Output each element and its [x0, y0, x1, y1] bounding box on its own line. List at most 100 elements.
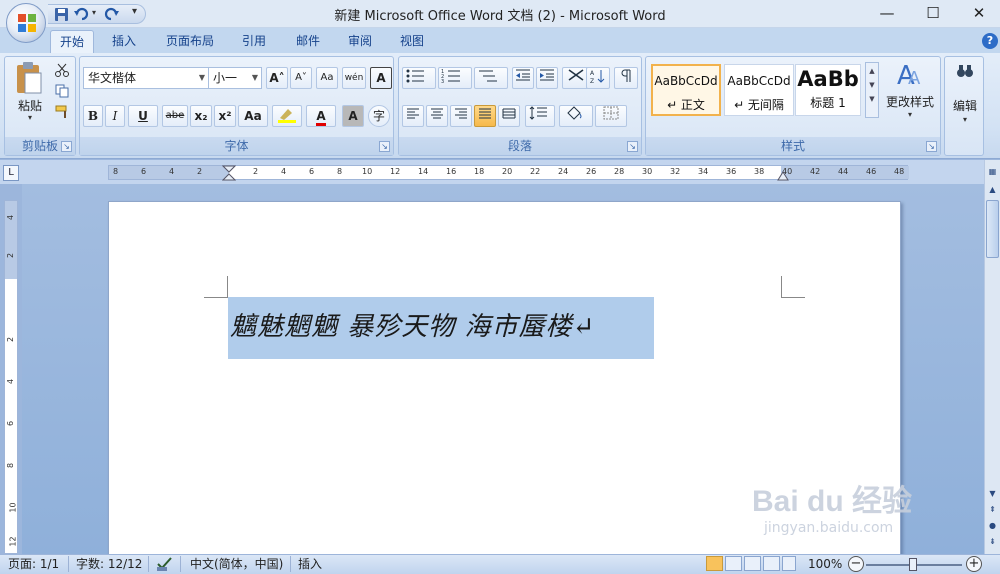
- highlight-button[interactable]: [272, 105, 302, 127]
- undo-dropdown-icon[interactable]: ▾: [92, 8, 96, 17]
- justify-icon: [479, 108, 491, 119]
- tab-insert[interactable]: 插入: [104, 30, 144, 53]
- paste-icon[interactable]: [15, 61, 43, 95]
- bullets-button[interactable]: [402, 67, 436, 89]
- style-no-spacing[interactable]: AaBbCcDd ↵ 无间隔: [724, 64, 794, 116]
- next-page-icon[interactable]: ⇟: [986, 536, 999, 548]
- justify-button[interactable]: [474, 105, 496, 127]
- paragraph-launcher-icon[interactable]: ↘: [627, 141, 638, 152]
- tab-review[interactable]: 审阅: [340, 30, 380, 53]
- outline-view-icon[interactable]: [763, 556, 780, 571]
- paste-dropdown-icon[interactable]: ▾: [13, 113, 47, 122]
- change-styles-button[interactable]: AA 更改样式 ▾: [882, 58, 938, 128]
- superscript-button[interactable]: x²: [214, 105, 236, 127]
- indent-marker-icon[interactable]: [222, 165, 236, 182]
- clipboard-launcher-icon[interactable]: ↘: [61, 141, 72, 152]
- ruler-view-icon[interactable]: ▦: [986, 166, 999, 178]
- styles-launcher-icon[interactable]: ↘: [926, 141, 937, 152]
- language-status[interactable]: 中文(简体，中国): [190, 557, 283, 572]
- redo-icon[interactable]: [104, 7, 120, 22]
- office-button[interactable]: [6, 3, 46, 43]
- tab-references[interactable]: 引用: [234, 30, 274, 53]
- style-heading-1[interactable]: AaBb 标题 1: [795, 64, 861, 116]
- align-center-button[interactable]: [426, 105, 448, 127]
- enclose-characters-button[interactable]: 字: [368, 105, 390, 127]
- editing-button[interactable]: 编辑: [945, 97, 985, 114]
- line-spacing-button[interactable]: [525, 105, 555, 127]
- bold-button[interactable]: B: [83, 105, 103, 127]
- scroll-down-icon[interactable]: ▼: [866, 81, 878, 89]
- increase-indent-button[interactable]: [536, 67, 558, 89]
- document-text[interactable]: 魑魅魍魉 暴殄天物 海市蜃楼↵: [230, 306, 595, 343]
- horizontal-ruler[interactable]: 8 6 4 2 2 4 6 8 10 12 14 16 18 20 22 24 26 28 30 32 34 36 38 40…: [108, 165, 909, 182]
- strikethrough-button[interactable]: abe: [162, 105, 188, 127]
- decrease-indent-button[interactable]: [512, 67, 534, 89]
- close-button[interactable]: ✕: [956, 0, 1000, 26]
- undo-icon[interactable]: [74, 7, 90, 22]
- save-icon[interactable]: [54, 7, 69, 22]
- font-name-combo[interactable]: 华文楷体 ▼: [83, 67, 209, 89]
- proofing-icon[interactable]: [156, 556, 174, 572]
- character-border-button[interactable]: A: [370, 67, 392, 89]
- print-layout-view-icon[interactable]: [706, 556, 723, 571]
- multilevel-list-button[interactable]: [474, 67, 508, 89]
- maximize-button[interactable]: ☐: [910, 0, 956, 26]
- clear-formatting-button[interactable]: Aa: [316, 67, 338, 89]
- paste-button[interactable]: 粘贴: [13, 97, 47, 114]
- style-normal[interactable]: AaBbCcDd ↵ 正文: [651, 64, 721, 116]
- change-case-button[interactable]: Aa: [238, 105, 268, 127]
- tab-view[interactable]: 视图: [392, 30, 432, 53]
- font-launcher-icon[interactable]: ↘: [379, 141, 390, 152]
- italic-button[interactable]: I: [105, 105, 125, 127]
- full-screen-reading-icon[interactable]: [725, 556, 742, 571]
- align-left-button[interactable]: [402, 105, 424, 127]
- copy-icon[interactable]: [55, 84, 69, 98]
- shading-button[interactable]: [559, 105, 593, 127]
- font-color-button[interactable]: A: [306, 105, 336, 127]
- vertical-ruler[interactable]: 4 2 2 4 6 8 10 12: [4, 200, 18, 554]
- show-hide-marks-button[interactable]: [614, 67, 638, 89]
- shrink-font-button[interactable]: A˅: [290, 67, 312, 89]
- zoom-out-button[interactable]: −: [848, 556, 864, 572]
- web-layout-icon[interactable]: [744, 556, 761, 571]
- phonetic-guide-button[interactable]: wén: [342, 67, 366, 89]
- align-right-button[interactable]: [450, 105, 472, 127]
- tab-home[interactable]: 开始: [50, 30, 94, 53]
- draft-view-icon[interactable]: [782, 556, 796, 571]
- format-painter-icon[interactable]: [55, 105, 69, 119]
- binoculars-icon[interactable]: [956, 63, 974, 79]
- tab-page-layout[interactable]: 页面布局: [156, 30, 224, 53]
- distributed-button[interactable]: [498, 105, 520, 127]
- zoom-slider-thumb[interactable]: [909, 558, 917, 571]
- tab-selector-button[interactable]: L: [3, 165, 19, 181]
- right-indent-marker-icon[interactable]: [777, 171, 789, 181]
- page-count[interactable]: 页面: 1/1: [8, 557, 59, 572]
- scroll-up-icon[interactable]: ▲: [986, 184, 999, 196]
- scroll-down-icon[interactable]: ▼: [986, 488, 999, 500]
- borders-button[interactable]: [595, 105, 627, 127]
- tab-mailings[interactable]: 邮件: [288, 30, 328, 53]
- zoom-level[interactable]: 100%: [808, 557, 842, 572]
- select-browse-object-icon[interactable]: ●: [986, 520, 999, 532]
- customize-qat-icon[interactable]: ▾: [132, 6, 137, 17]
- paragraph-group-label: 段落: [399, 137, 641, 155]
- minimize-button[interactable]: —: [864, 0, 910, 26]
- previous-page-icon[interactable]: ⇞: [986, 504, 999, 516]
- underline-button[interactable]: U: [128, 105, 158, 127]
- subscript-button[interactable]: x₂: [190, 105, 212, 127]
- font-size-combo[interactable]: 小一 ▼: [208, 67, 262, 89]
- character-shading-button[interactable]: A: [342, 105, 364, 127]
- numbering-button[interactable]: 123: [438, 67, 472, 89]
- cut-icon[interactable]: [55, 63, 69, 77]
- zoom-in-button[interactable]: +: [966, 556, 982, 572]
- decrease-indent-icon: [516, 69, 530, 81]
- gallery-more-icon[interactable]: ▼: [866, 95, 878, 103]
- styles-gallery-scroll[interactable]: ▲ ▼ ▼: [865, 62, 879, 118]
- scroll-up-icon[interactable]: ▲: [866, 67, 878, 75]
- scrollbar-thumb[interactable]: [986, 200, 999, 258]
- insert-mode[interactable]: 插入: [298, 557, 322, 572]
- word-count[interactable]: 字数: 12/12: [76, 557, 142, 572]
- grow-font-button[interactable]: A˄: [266, 67, 288, 89]
- sort-button[interactable]: AZ: [586, 67, 610, 89]
- help-icon[interactable]: ?: [982, 33, 998, 49]
